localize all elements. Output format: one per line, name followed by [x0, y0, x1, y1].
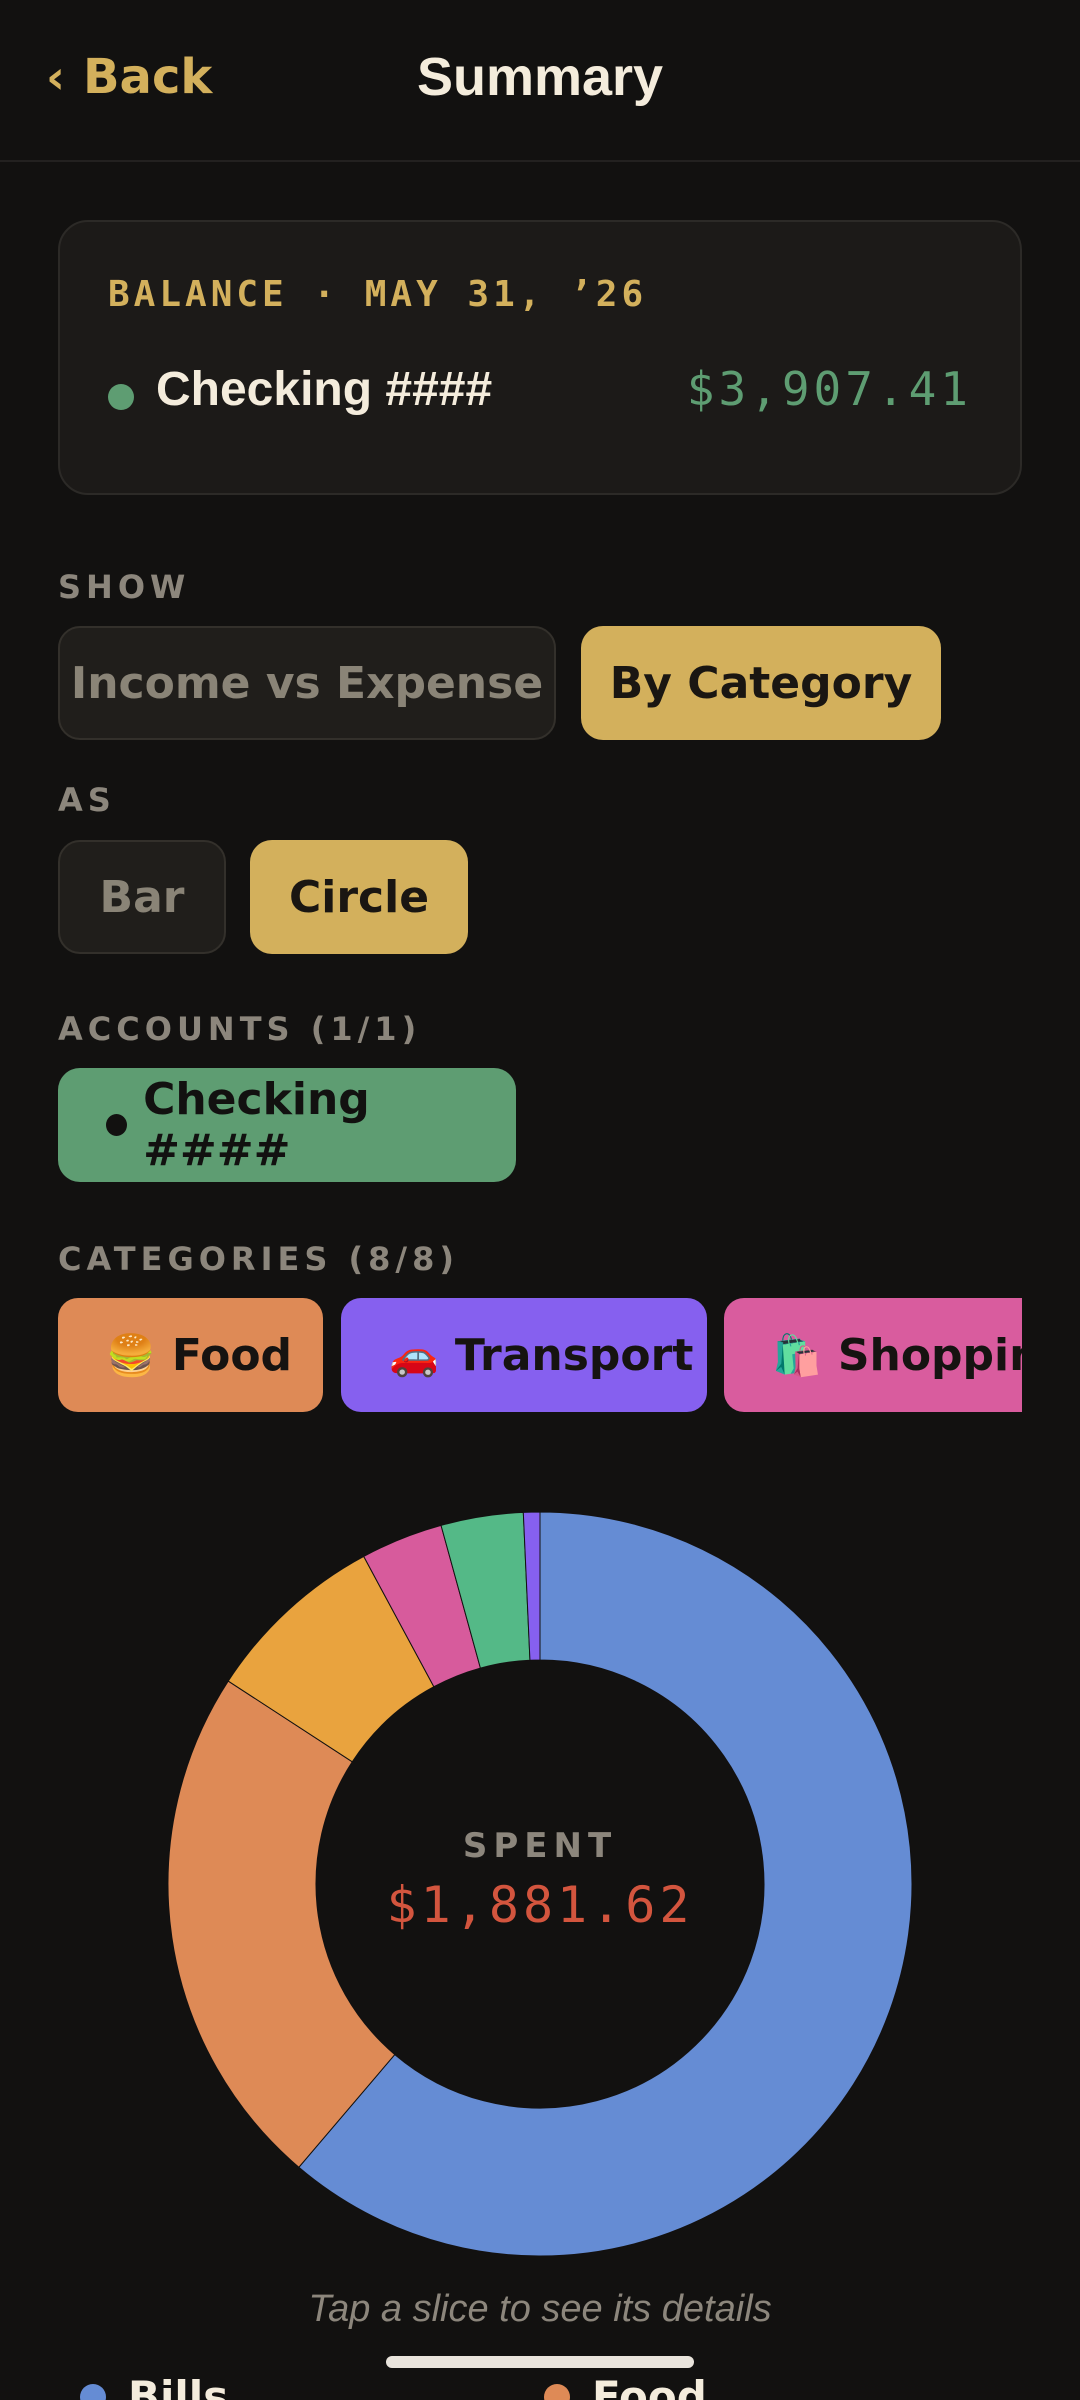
legend-item-bills[interactable]: Bills: [80, 2372, 228, 2400]
spent-amount: $1,881.62: [386, 1876, 694, 1934]
category-chip-label: Shopping: [837, 1329, 1022, 1381]
summary-screen: ‹ Back Summary BALANCE · MAY 31, ’26 Che…: [0, 0, 1080, 2400]
page-title: Summary: [416, 47, 664, 107]
as-bar-chip[interactable]: Bar: [58, 840, 226, 954]
legend-item-food[interactable]: Food: [544, 2372, 707, 2400]
show-by-category-chip[interactable]: By Category: [581, 626, 941, 740]
category-chip-label: Food: [171, 1329, 293, 1381]
category-chip-food[interactable]: 🍔 Food: [58, 1298, 323, 1412]
chip-label: By Category: [609, 657, 913, 709]
account-chip-checking[interactable]: Checking ####: [58, 1068, 516, 1182]
shopping-bags-icon: 🛍️: [772, 1332, 822, 1379]
category-chip-row[interactable]: 🍔 Food 🚗 Transport 🛍️ Shopping: [58, 1298, 1022, 1412]
category-chip-shopping[interactable]: 🛍️ Shopping: [724, 1298, 1022, 1412]
chip-label: Circle: [288, 871, 430, 923]
chip-label: Income vs Expense: [70, 657, 544, 709]
show-section-label: SHOW: [58, 568, 191, 606]
spent-label: SPENT: [462, 1826, 618, 1866]
legend-label: Bills: [128, 2372, 229, 2400]
balance-amount: $3,907.41: [686, 362, 972, 416]
legend-dot: [544, 2383, 570, 2400]
burger-icon: 🍔: [106, 1332, 156, 1379]
header: ‹ Back Summary: [0, 0, 1080, 162]
chip-label: Bar: [99, 871, 185, 923]
categories-section-label: CATEGORIES (8/8): [58, 1240, 459, 1278]
category-chip-label: Transport: [454, 1329, 694, 1381]
car-icon: 🚗: [389, 1332, 439, 1379]
legend-label: Food: [592, 2372, 707, 2400]
home-indicator[interactable]: [386, 2356, 694, 2368]
chart-hint: Tap a slice to see its details: [308, 2288, 772, 2330]
account-dot: [106, 1114, 128, 1136]
balance-card: BALANCE · MAY 31, ’26 Checking #### $3,9…: [58, 220, 1022, 495]
category-chip-transport[interactable]: 🚗 Transport: [341, 1298, 707, 1412]
balance-label: BALANCE · MAY 31, ’26: [108, 274, 648, 315]
balance-account-name: Checking ####: [156, 363, 493, 416]
chart-legend: Bills Food: [0, 2372, 1080, 2400]
as-section-label: AS: [58, 781, 116, 819]
show-income-vs-expense-chip[interactable]: Income vs Expense: [58, 626, 556, 740]
account-color-dot: [108, 384, 134, 410]
accounts-section-label: ACCOUNTS (1/1): [58, 1010, 422, 1048]
account-chip-label: Checking ####: [143, 1074, 370, 1176]
as-circle-chip[interactable]: Circle: [250, 840, 468, 954]
legend-dot: [80, 2383, 106, 2400]
